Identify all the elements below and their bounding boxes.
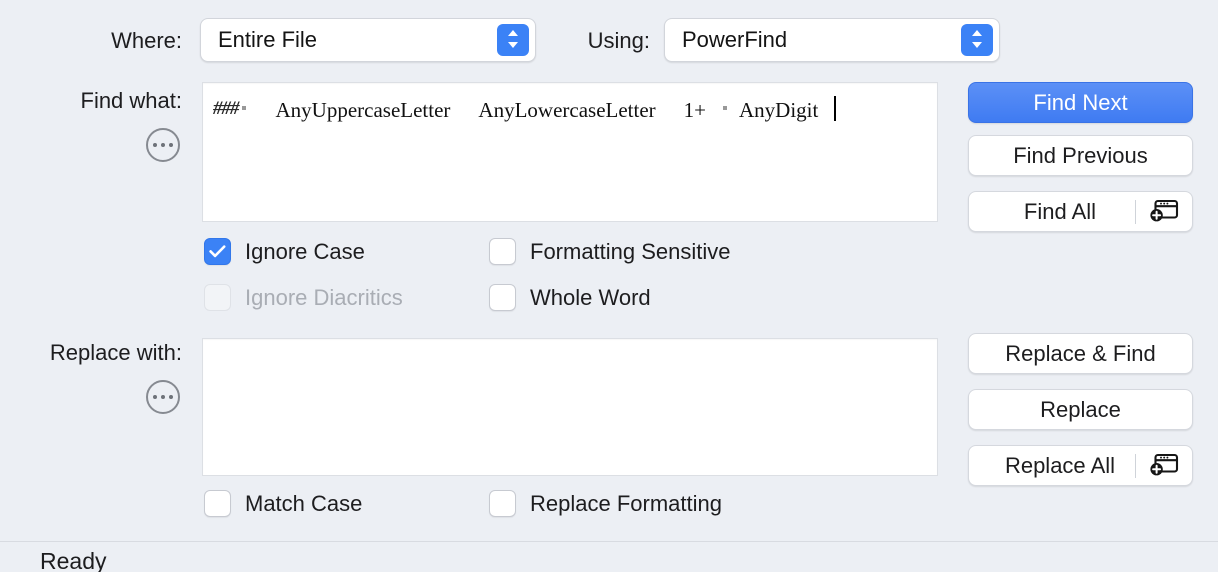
find-token-any-uppercase-letter: AnyUppercaseLetter — [275, 98, 451, 122]
find-token-any-lowercase-letter: AnyLowercaseLetter — [478, 98, 656, 122]
checkbox-label: Ignore Diacritics — [245, 284, 403, 310]
button-label: Find All — [1023, 198, 1097, 224]
checkbox-label: Formatting Sensitive — [530, 238, 731, 264]
checkmark-icon — [209, 245, 226, 258]
dot — [161, 143, 165, 147]
checkbox-match-case[interactable]: Match Case — [204, 490, 362, 517]
button-label: Replace All — [1004, 452, 1116, 478]
checkbox-box[interactable] — [489, 238, 516, 265]
dot — [161, 395, 165, 399]
search-scope-row: Where: Entire File Using: PowerFind — [0, 18, 1218, 66]
checkbox-replace-formatting[interactable]: Replace Formatting — [489, 490, 722, 517]
where-popup-value: Entire File — [218, 27, 318, 52]
status-message: Ready — [40, 548, 107, 572]
replace-with-input[interactable] — [202, 338, 938, 476]
find-options-ellipsis-circle-icon[interactable] — [146, 128, 180, 162]
checkbox-whole-word[interactable]: Whole Word — [489, 284, 651, 311]
token-separator-dot-icon — [241, 106, 246, 110]
dot — [153, 395, 157, 399]
checkbox-label: Ignore Case — [245, 238, 365, 264]
checkbox-label: Replace Formatting — [530, 490, 722, 516]
replace-options-ellipsis-circle-icon[interactable] — [146, 380, 180, 414]
using-label: Using: — [587, 28, 650, 53]
find-token-any-digit: AnyDigit — [739, 98, 819, 122]
checkbox-box[interactable] — [204, 238, 231, 265]
find-all-button[interactable]: Find All — [968, 191, 1193, 232]
find-token-hash: ### — [213, 98, 239, 119]
find-what-label: Find what: — [80, 88, 183, 113]
checkbox-label: Match Case — [245, 490, 363, 516]
checkbox-box[interactable] — [204, 490, 231, 517]
replace-button[interactable]: Replace — [968, 389, 1193, 430]
button-label: Find Next — [1033, 89, 1128, 115]
checkbox-ignore-case[interactable]: Ignore Case — [204, 238, 365, 265]
status-bar-divider — [0, 541, 1218, 542]
replace-with-label: Replace with: — [49, 340, 182, 365]
new-window-plus-icon[interactable] — [1136, 199, 1192, 224]
button-label: Replace & Find — [1005, 340, 1156, 366]
where-label: Where: — [111, 28, 182, 53]
replace-with-value — [203, 339, 937, 375]
token-separator-dot-icon — [723, 106, 728, 110]
find-next-button[interactable]: Find Next — [968, 82, 1193, 123]
checkbox-box[interactable] — [489, 284, 516, 311]
checkbox-box — [204, 284, 231, 311]
find-token-repeat: 1+ — [683, 98, 707, 122]
checkbox-label: Whole Word — [530, 284, 651, 310]
chevron-up-down-icon — [961, 24, 993, 56]
checkbox-ignore-diacritics: Ignore Diacritics — [204, 284, 403, 311]
text-cursor-caret — [834, 96, 837, 121]
find-what-token-line: ### AnyUppercaseLetter AnyLowercaseLette… — [203, 83, 937, 122]
dot — [169, 395, 173, 399]
checkbox-box[interactable] — [489, 490, 516, 517]
new-window-plus-icon[interactable] — [1136, 453, 1192, 478]
button-label: Find Previous — [1013, 142, 1148, 168]
button-label: Replace — [1040, 396, 1121, 422]
find-replace-dialog: Where: Entire File Using: PowerFind Find… — [0, 0, 1218, 572]
dot — [153, 143, 157, 147]
find-previous-button[interactable]: Find Previous — [968, 135, 1193, 176]
find-what-input[interactable]: ### AnyUppercaseLetter AnyLowercaseLette… — [202, 82, 938, 222]
replace-and-find-button[interactable]: Replace & Find — [968, 333, 1193, 374]
replace-all-button[interactable]: Replace All — [968, 445, 1193, 486]
dot — [169, 143, 173, 147]
checkbox-formatting-sensitive[interactable]: Formatting Sensitive — [489, 238, 731, 265]
using-popup-button[interactable]: PowerFind — [664, 18, 1000, 62]
using-popup-value: PowerFind — [682, 27, 788, 52]
